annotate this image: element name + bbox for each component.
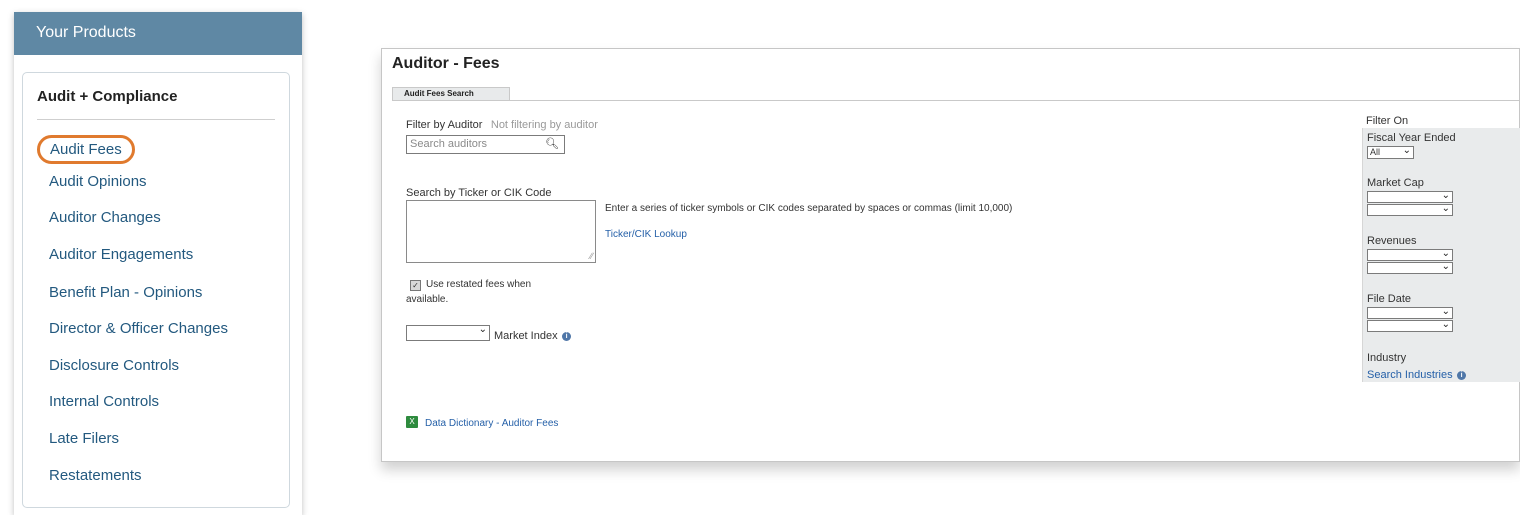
revenues-max-select[interactable]: ⌄ <box>1367 261 1453 274</box>
market-cap-max-select[interactable]: ⌄ <box>1367 203 1453 216</box>
product-link-benefit-plan-opinions[interactable]: Benefit Plan - Opinions <box>49 284 202 301</box>
excel-file-icon: X <box>406 416 418 428</box>
product-link-audit-fees[interactable]: Audit Fees <box>37 135 135 164</box>
filter-on-panel: Fiscal Year Ended All ⌄ Market Cap ⌄ ⌄ R… <box>1362 128 1520 382</box>
chevron-down-icon: ⌄ <box>1441 248 1450 259</box>
chevron-down-icon: ⌄ <box>1441 203 1450 214</box>
chevron-down-icon: ⌄ <box>478 324 487 335</box>
filter-status: Not filtering by auditor <box>490 119 598 131</box>
industry-label: Industry <box>1367 352 1407 364</box>
tab-divider <box>392 100 1519 101</box>
ticker-help-text: Enter a series of ticker symbols or CIK … <box>605 203 1013 214</box>
file-date-label: File Date <box>1367 293 1412 305</box>
products-panel: Your Products Audit + Compliance Audit F… <box>14 12 302 515</box>
fiscal-year-ended-label: Fiscal Year Ended <box>1367 132 1456 144</box>
market-cap-min-select[interactable]: ⌄ <box>1367 190 1453 203</box>
chevron-down-icon: ⌄ <box>1402 145 1411 156</box>
products-header: Your Products <box>14 12 302 55</box>
revenues-min-select[interactable]: ⌄ <box>1367 248 1453 261</box>
product-link-auditor-engagements[interactable]: Auditor Engagements <box>49 246 193 263</box>
file-date-end-select[interactable]: ⌄ <box>1367 319 1453 332</box>
ticker-label: Search by Ticker or CIK Code <box>406 187 552 199</box>
market-cap-label: Market Cap <box>1367 177 1424 189</box>
search-auditors-input[interactable]: Search auditors 🔍︎ <box>406 135 565 154</box>
product-link-late-filers[interactable]: Late Filers <box>49 430 119 447</box>
info-icon[interactable]: i <box>1457 371 1467 380</box>
market-index-select[interactable]: ⌄ <box>406 324 490 341</box>
chevron-down-icon: ⌄ <box>1441 190 1450 201</box>
filter-on-title: Filter On <box>1366 115 1409 127</box>
info-icon[interactable]: i <box>562 332 572 341</box>
ticker-textarea[interactable]: ∕∕ <box>406 200 596 263</box>
product-link-director-officer-changes[interactable]: Director & Officer Changes <box>49 320 228 337</box>
category-title: Audit + Compliance <box>37 88 178 105</box>
chevron-down-icon: ⌄ <box>1441 261 1450 272</box>
revenues-label: Revenues <box>1367 235 1417 247</box>
market-index-row: Market Index i <box>494 326 572 344</box>
auditor-fees-window: Auditor - Fees Audit Fees Search Filter … <box>381 48 1520 462</box>
product-link-disclosure-controls[interactable]: Disclosure Controls <box>49 357 179 374</box>
product-link-audit-opinions[interactable]: Audit Opinions <box>49 173 147 190</box>
filter-by-auditor-label: Filter by Auditor <box>406 119 483 131</box>
filter-by-auditor-row: Filter by Auditor Not filtering by audit… <box>406 115 598 133</box>
product-link-auditor-changes[interactable]: Auditor Changes <box>49 209 161 226</box>
chevron-down-icon: ⌄ <box>1441 306 1450 317</box>
restated-fees-label-line2: available. <box>406 294 449 305</box>
restated-fees-label-line1: Use restated fees when <box>426 279 532 290</box>
page-title: Auditor - Fees <box>392 55 500 72</box>
file-date-start-select[interactable]: ⌄ <box>1367 306 1453 319</box>
search-icon[interactable]: 🔍︎ <box>545 137 559 150</box>
tab-audit-fees-search[interactable]: Audit Fees Search <box>392 87 510 100</box>
product-link-restatements[interactable]: Restatements <box>49 467 142 484</box>
ticker-cik-lookup-link[interactable]: Ticker/CIK Lookup <box>605 229 687 240</box>
products-card: Audit + Compliance Audit Fees Audit Opin… <box>22 72 290 508</box>
search-industries-link[interactable]: Search Industries <box>1367 369 1453 381</box>
product-link-internal-controls[interactable]: Internal Controls <box>49 393 159 410</box>
restated-fees-checkbox[interactable]: ✓ <box>410 280 421 291</box>
chevron-down-icon: ⌄ <box>1441 319 1450 330</box>
market-index-label: Market Index <box>494 330 558 342</box>
data-dictionary-link[interactable]: Data Dictionary - Auditor Fees <box>425 418 558 429</box>
search-industries-row: Search Industries i <box>1367 365 1467 383</box>
fiscal-year-value: All <box>1370 147 1381 157</box>
resize-handle-icon[interactable]: ∕∕ <box>590 251 593 261</box>
category-divider <box>37 119 275 120</box>
search-auditors-placeholder: Search auditors <box>410 138 488 150</box>
fiscal-year-select[interactable]: All ⌄ <box>1367 145 1414 159</box>
